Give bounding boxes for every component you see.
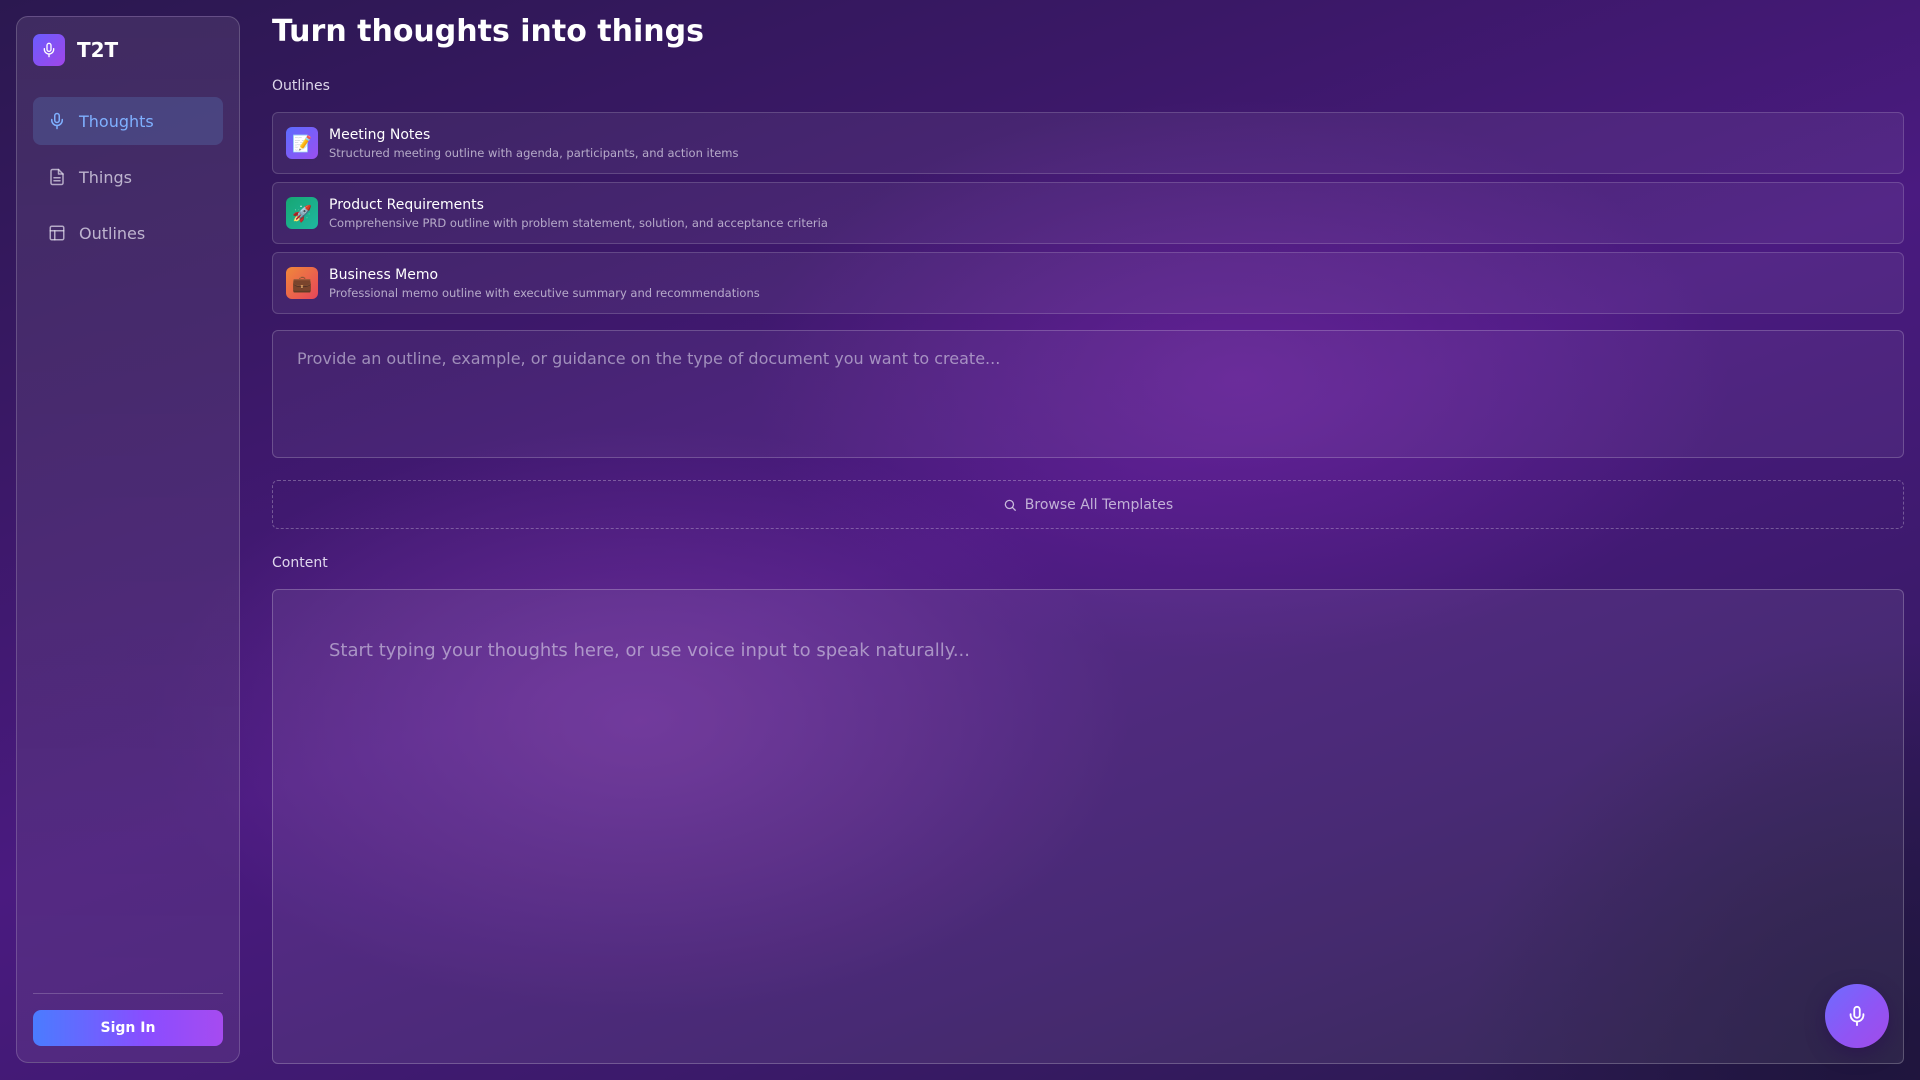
content-input[interactable]: [272, 589, 1904, 1064]
sign-in-button[interactable]: Sign In: [33, 1010, 223, 1046]
content-section-label: Content: [272, 555, 328, 571]
search-icon: [1003, 498, 1017, 512]
layout-icon: [47, 223, 67, 243]
outline-guidance-input[interactable]: [272, 330, 1904, 458]
sidebar-item-label: Things: [79, 167, 132, 187]
brand[interactable]: T2T: [33, 34, 118, 66]
browse-templates-button[interactable]: Browse All Templates: [272, 480, 1904, 529]
mic-icon: [33, 34, 65, 66]
browse-templates-label: Browse All Templates: [1024, 496, 1174, 513]
template-description: Comprehensive PRD outline with problem s…: [329, 215, 828, 230]
template-title: Business Memo: [329, 266, 439, 283]
app-name: T2T: [77, 38, 119, 62]
rocket-icon: 🚀: [286, 197, 318, 229]
main-content: Turn thoughts into things Outlines 📝 Mee…: [272, 0, 1904, 1080]
memo-icon: 📝: [286, 127, 318, 159]
page-title: Turn thoughts into things: [272, 14, 704, 49]
sidebar-item-outlines[interactable]: Outlines: [33, 209, 223, 257]
template-card-product-requirements[interactable]: 🚀 Product Requirements Comprehensive PRD…: [272, 182, 1904, 244]
template-description: Professional memo outline with executive…: [329, 285, 760, 300]
template-title: Product Requirements: [329, 196, 484, 213]
template-card-meeting-notes[interactable]: 📝 Meeting Notes Structured meeting outli…: [272, 112, 1904, 174]
sidebar: T2T Thoughts Things Outlines Sign In: [16, 16, 240, 1063]
voice-input-button[interactable]: [1825, 984, 1889, 1048]
template-title: Meeting Notes: [329, 126, 431, 143]
template-description: Structured meeting outline with agenda, …: [329, 145, 739, 160]
sidebar-nav: Thoughts Things Outlines: [33, 97, 223, 265]
briefcase-icon: 💼: [286, 267, 318, 299]
document-icon: [47, 167, 67, 187]
mic-icon: [47, 111, 67, 131]
divider: [33, 993, 223, 994]
sidebar-item-label: Outlines: [79, 223, 146, 243]
sidebar-item-things[interactable]: Things: [33, 153, 223, 201]
template-card-business-memo[interactable]: 💼 Business Memo Professional memo outlin…: [272, 252, 1904, 314]
mic-icon: [1846, 1005, 1868, 1027]
sidebar-item-label: Thoughts: [79, 111, 154, 131]
sidebar-item-thoughts[interactable]: Thoughts: [33, 97, 223, 145]
outlines-section-label: Outlines: [272, 78, 330, 94]
